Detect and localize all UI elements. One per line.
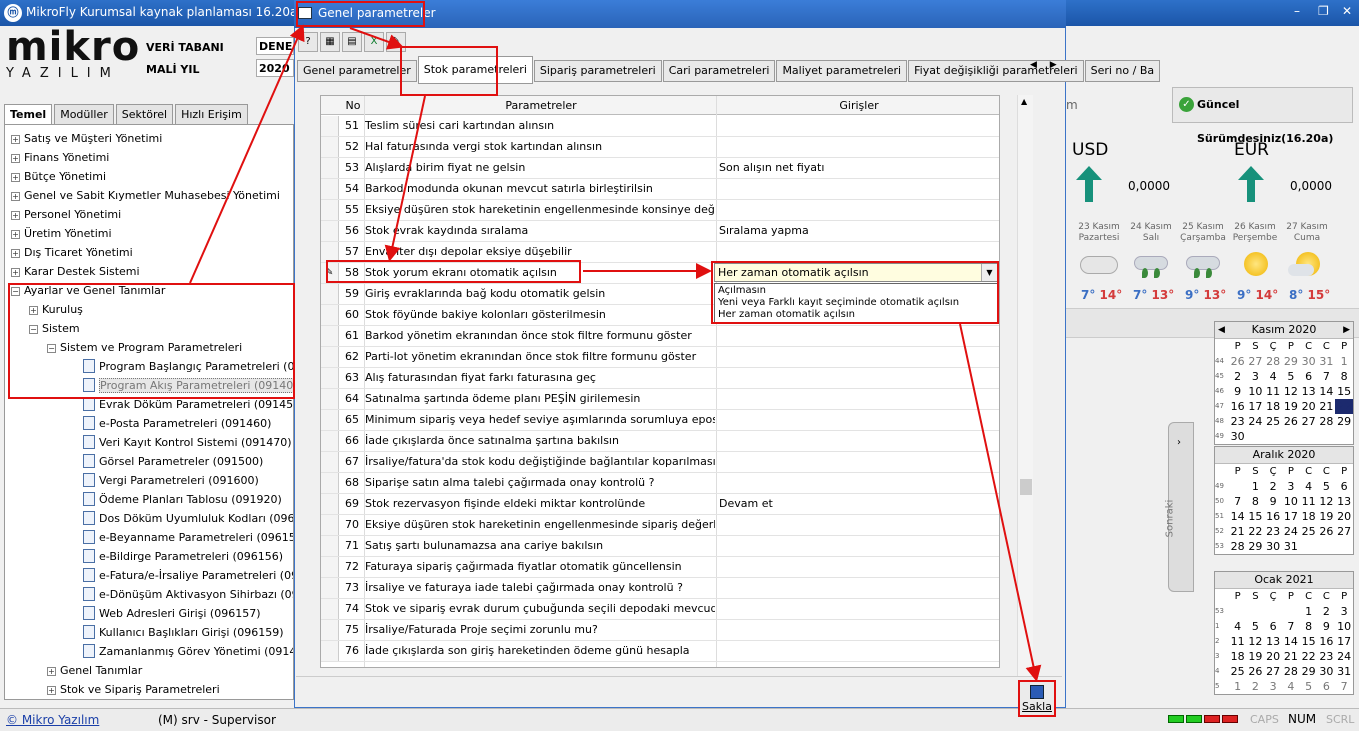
annotation-arrows bbox=[189, 24, 1042, 682]
